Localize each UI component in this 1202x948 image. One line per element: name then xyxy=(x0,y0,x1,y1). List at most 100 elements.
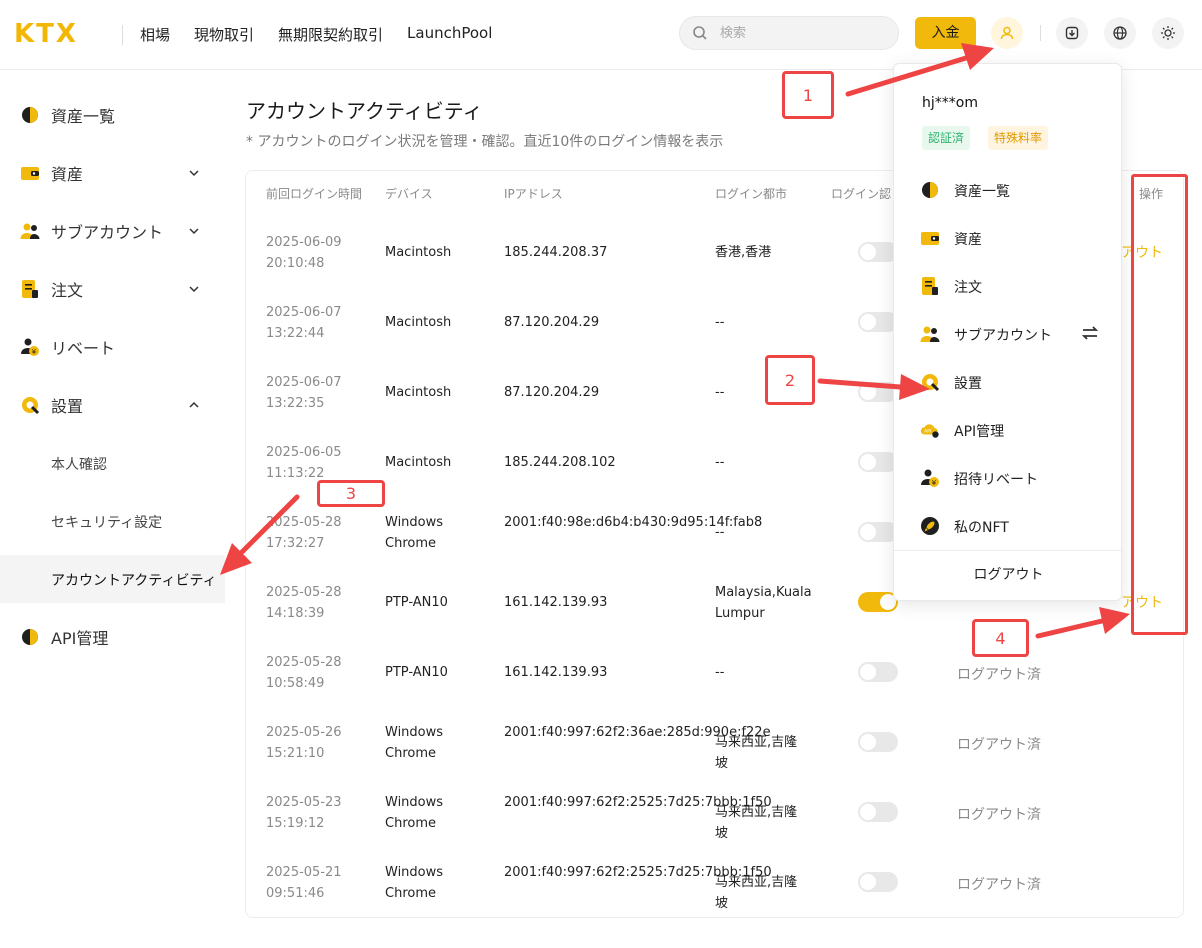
sidebar-item-assets[interactable]: 資産 xyxy=(0,149,225,197)
swap-icon[interactable] xyxy=(1081,325,1099,341)
dropdown-item-label: API管理 xyxy=(954,424,1005,440)
dropdown-item-orders[interactable]: 注文 xyxy=(894,264,1123,308)
login-auth-toggle[interactable] xyxy=(858,662,898,682)
column-header-ip: IPアドレス xyxy=(504,187,563,201)
login-date: 2025-05-26 xyxy=(266,725,342,740)
dropdown-divider xyxy=(894,550,1123,551)
login-auth-toggle[interactable] xyxy=(858,732,898,752)
toggle-knob xyxy=(860,244,876,260)
sidebar-item-api[interactable]: API管理 xyxy=(0,613,225,661)
login-city: 香港,香港 xyxy=(715,245,772,260)
nav-market[interactable]: 相場 xyxy=(140,24,170,45)
logout-button[interactable]: ログアウト xyxy=(894,564,1123,584)
login-date: 2025-05-28 xyxy=(266,585,342,600)
sidebar-item-settings[interactable]: 設置 xyxy=(0,381,225,429)
nav-perpetual[interactable]: 無期限契約取引 xyxy=(278,24,383,45)
annotation-label-3: 3 xyxy=(317,480,385,507)
sidebar-item-asset-overview[interactable]: 資産一覧 xyxy=(0,91,225,139)
login-auth-toggle[interactable] xyxy=(858,382,898,402)
login-date: 2025-06-09 xyxy=(266,235,342,250)
dropdown-item-label: 注文 xyxy=(954,280,982,296)
language-button[interactable] xyxy=(1104,17,1136,49)
ip-address: 2001:f40:98e:d6b4:b430:9d95:14f:fab8 xyxy=(504,515,763,530)
login-time: 2025-05-28 10:58:49 xyxy=(266,652,376,694)
rebate-icon: ¥ xyxy=(21,338,39,356)
search-input[interactable] xyxy=(720,23,880,43)
sidebar-item-rebate[interactable]: ¥ リベート xyxy=(0,323,225,371)
order-icon xyxy=(22,280,38,298)
ip-address: 2001:f40:997:62f2:36ae:285d:990e:f22e xyxy=(504,725,771,740)
dropdown-item-settings[interactable]: 設置 xyxy=(894,360,1123,404)
login-auth-toggle[interactable] xyxy=(858,592,898,612)
login-date: 2025-06-07 xyxy=(266,305,342,320)
main-nav: 相場 現物取引 無期限契約取引 LaunchPool xyxy=(140,24,492,45)
ip-address: 161.142.139.93 xyxy=(504,665,608,680)
login-auth-toggle[interactable] xyxy=(858,802,898,822)
ktx-logo[interactable]: KTX xyxy=(14,19,78,49)
dropdown-item-nft[interactable]: 私のNFT xyxy=(894,504,1123,548)
toggle-knob xyxy=(860,454,876,470)
ip-address: 2001:f40:997:62f2:2525:7d25:7bbb:1f50 xyxy=(504,865,772,880)
rocket-icon xyxy=(921,517,939,535)
login-clock: 15:19:12 xyxy=(266,816,325,831)
download-button[interactable] xyxy=(1056,17,1088,49)
nav-launchpool[interactable]: LaunchPool xyxy=(407,24,492,45)
users-icon xyxy=(920,326,940,342)
nav-spot[interactable]: 現物取引 xyxy=(194,24,254,45)
logout-status: ログアウト済 xyxy=(957,807,1041,823)
column-header-device: デバイス xyxy=(385,187,433,201)
login-time: 2025-06-07 13:22:44 xyxy=(266,302,376,344)
toggle-knob xyxy=(860,384,876,400)
header-divider-2 xyxy=(1040,25,1041,41)
dropdown-item-asset-overview[interactable]: 資産一覧 xyxy=(894,168,1123,212)
sidebar-sub-security[interactable]: セキュリティ設定 xyxy=(0,497,225,545)
logout-status: ログアウト済 xyxy=(957,877,1041,893)
search-icon xyxy=(693,26,707,40)
sidebar-sub-account-activity[interactable]: アカウントアクティビティ xyxy=(0,555,225,603)
sun-icon xyxy=(1161,26,1175,40)
sidebar-item-subaccount[interactable]: サブアカウント xyxy=(0,207,225,255)
sidebar-item-orders[interactable]: 注文 xyxy=(0,265,225,313)
dropdown-item-subaccount[interactable]: サブアカウント xyxy=(894,312,1123,356)
sidebar-item-label: 注文 xyxy=(51,281,84,300)
login-auth-toggle[interactable] xyxy=(858,242,898,262)
sidebar-item-label: API管理 xyxy=(51,629,109,648)
dropdown-item-invite-rebate[interactable]: ¥ 招待リベート xyxy=(894,456,1123,500)
theme-toggle-button[interactable] xyxy=(1152,17,1184,49)
login-time: 2025-06-09 20:10:48 xyxy=(266,232,376,274)
chevron-up-icon xyxy=(189,401,199,408)
search-box[interactable] xyxy=(679,16,899,50)
dropdown-item-assets[interactable]: 資産 xyxy=(894,216,1123,260)
login-auth-toggle[interactable] xyxy=(858,522,898,542)
login-clock: 20:10:48 xyxy=(266,256,325,271)
dropdown-item-api[interactable]: API API管理 xyxy=(894,408,1123,452)
login-time: 2025-06-07 13:22:35 xyxy=(266,372,376,414)
device-name: Windows Chrome xyxy=(385,515,444,551)
login-time: 2025-05-23 15:19:12 xyxy=(266,792,376,834)
sidebar-item-label: リベート xyxy=(51,339,116,358)
login-clock: 10:58:49 xyxy=(266,676,325,691)
login-time: 2025-05-26 15:21:10 xyxy=(266,722,376,764)
svg-text:API: API xyxy=(924,429,931,435)
sidebar-sub-identity[interactable]: 本人確認 xyxy=(0,439,225,487)
deposit-button[interactable]: 入金 xyxy=(915,17,976,49)
wallet-icon xyxy=(921,232,939,245)
login-clock: 15:21:10 xyxy=(266,746,325,761)
annotation-label-1: 1 xyxy=(782,71,834,119)
login-auth-toggle[interactable] xyxy=(858,452,898,472)
login-clock: 09:51:46 xyxy=(266,886,325,901)
login-auth-toggle[interactable] xyxy=(858,872,898,892)
page-title: アカウントアクティビティ xyxy=(246,99,483,123)
user-menu-button[interactable] xyxy=(991,17,1023,49)
device-name: Windows Chrome xyxy=(385,725,444,761)
column-header-last-login: 前回ログイン時間 xyxy=(266,187,363,201)
device-name: PTP-AN10 xyxy=(385,665,448,680)
users-icon xyxy=(20,223,40,239)
login-city: Malaysia,Kuala Lumpur xyxy=(715,585,812,621)
login-date: 2025-05-21 xyxy=(266,865,342,880)
login-auth-toggle[interactable] xyxy=(858,312,898,332)
toggle-knob xyxy=(860,874,876,890)
device-name: PTP-AN10 xyxy=(385,595,448,610)
chevron-down-icon xyxy=(189,228,199,235)
ip-address: 185.244.208.37 xyxy=(504,245,608,260)
